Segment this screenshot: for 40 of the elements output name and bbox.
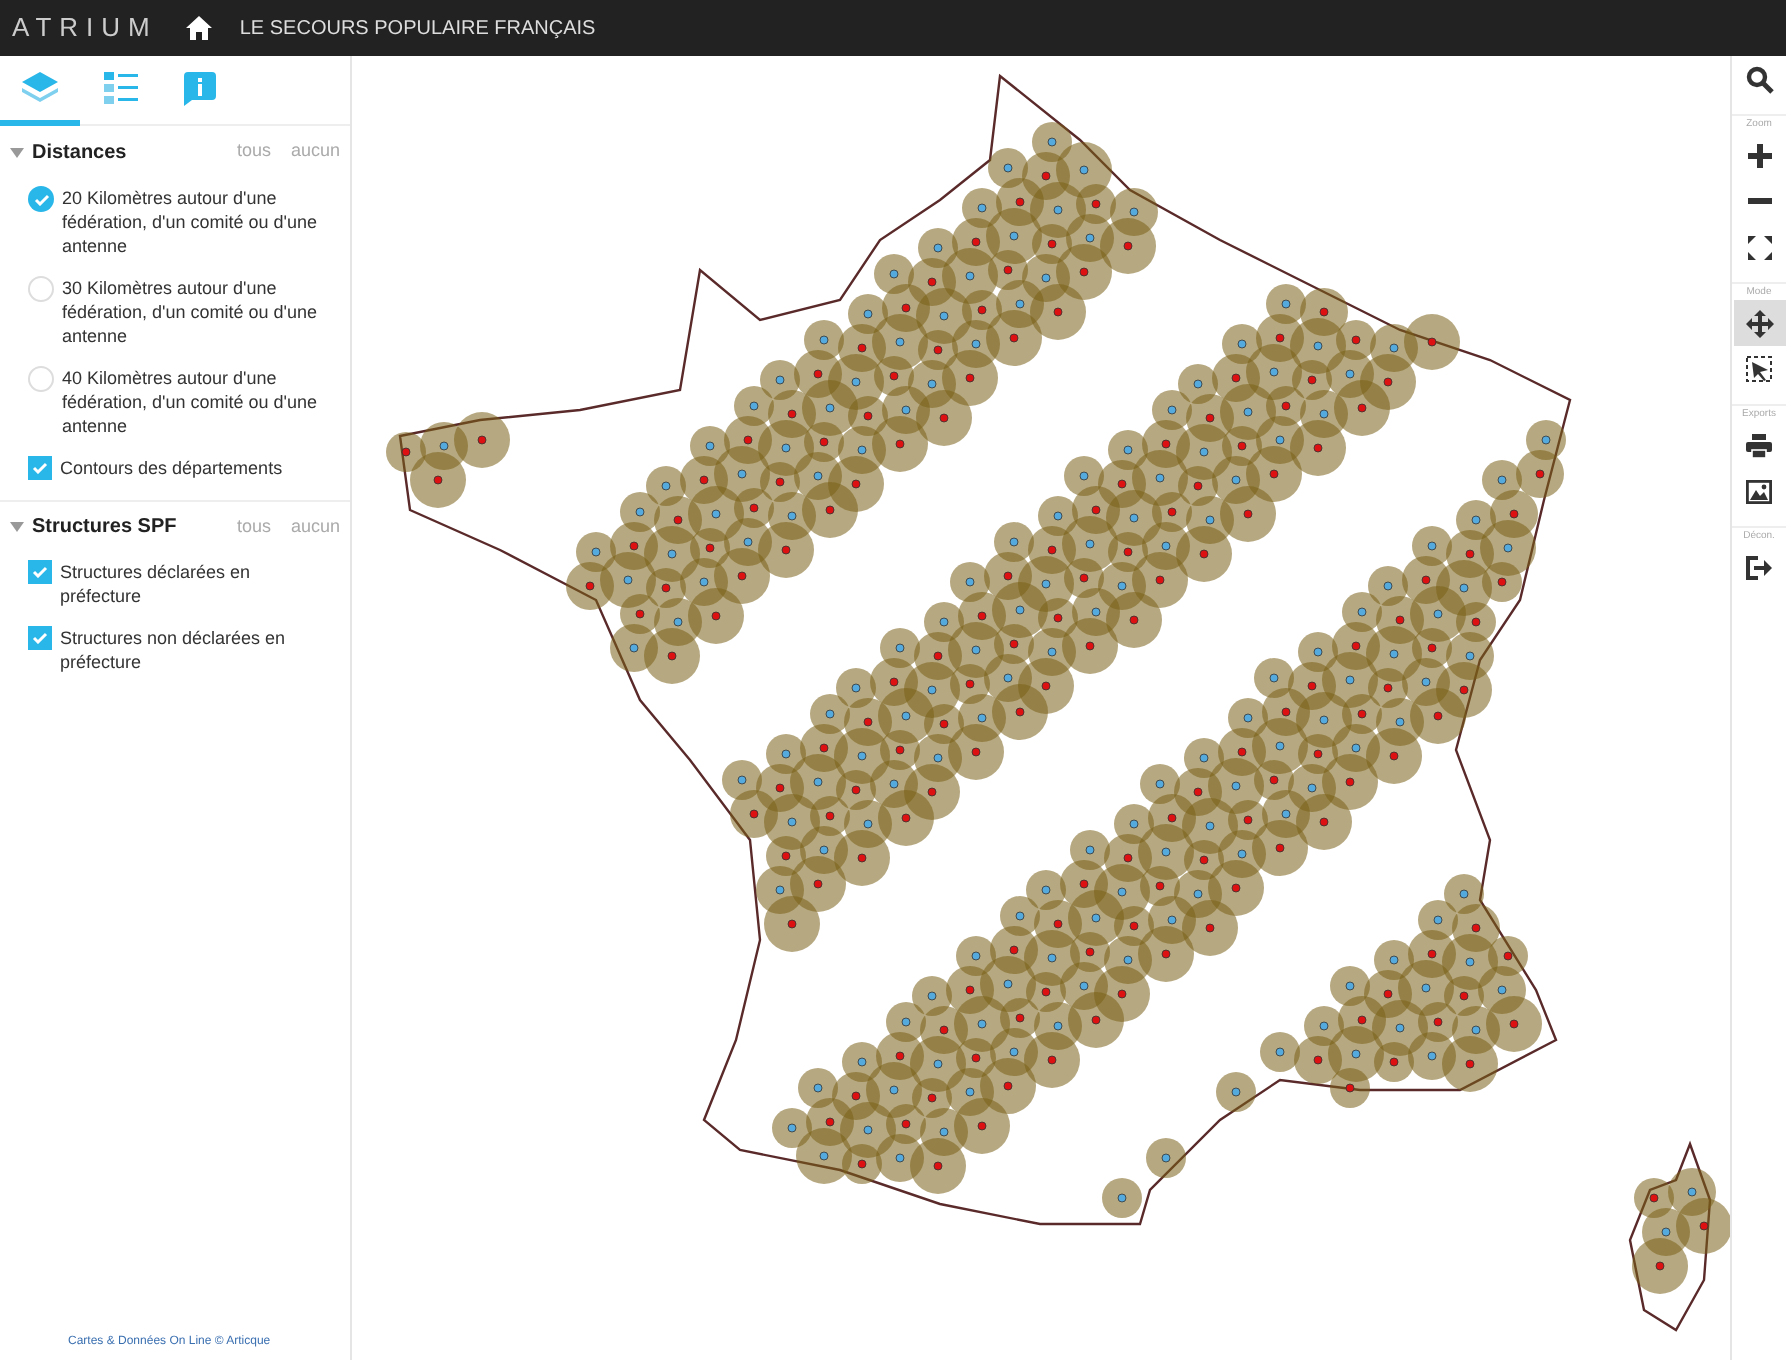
checkbox[interactable]: [28, 560, 52, 584]
selection-icon: [1746, 356, 1772, 382]
check-icon: [32, 462, 48, 474]
printer-icon: [1746, 433, 1772, 457]
expand-icon: [1747, 235, 1771, 259]
check-icon: [32, 566, 48, 578]
select-none-link[interactable]: aucun: [290, 513, 340, 541]
layers-icon: [22, 72, 58, 104]
caret-icon[interactable]: [10, 147, 24, 157]
move-icon: [1745, 309, 1773, 337]
option-label: 30 Kilomètres autour d'une fédération, d'un comité ou d'une antenne: [62, 276, 320, 348]
plus-icon: [1747, 143, 1771, 167]
select-all-link[interactable]: tous: [236, 513, 271, 541]
app-logo: ATRIUM: [12, 10, 158, 47]
radio-button[interactable]: [28, 276, 54, 302]
tool-button[interactable]: [1733, 300, 1785, 346]
checkbox[interactable]: [28, 456, 52, 480]
image-icon: [1746, 479, 1772, 503]
select-none-link[interactable]: aucun: [290, 138, 340, 166]
app-title: LE SECOURS POPULAIRE FRANÇAIS: [239, 15, 596, 43]
exit-icon: [1746, 555, 1772, 579]
option-label: 40 Kilomètres autour d'une fédération, d'un comité ou d'une antenne: [62, 366, 320, 438]
option-label: Contours des départements: [60, 456, 283, 480]
radio-button[interactable]: [28, 186, 54, 212]
check-icon: [32, 632, 48, 644]
check-icon: [33, 193, 49, 205]
search-icon: [1745, 65, 1773, 93]
caret-icon[interactable]: [10, 522, 24, 532]
option-label: Structures non déclarées en préfecture: [60, 626, 288, 674]
radio-button[interactable]: [28, 366, 54, 392]
info-icon: [184, 71, 216, 105]
option-label: Structures déclarées en préfecture: [60, 560, 253, 608]
group-title: Distances: [32, 139, 129, 167]
checkbox[interactable]: [28, 626, 52, 650]
minus-icon: [1747, 198, 1771, 204]
group-title: Structures SPF: [32, 514, 179, 542]
list-icon: [103, 72, 137, 104]
option-label: 20 Kilomètres autour d'une fédération, d'un comité ou d'une antenne: [62, 186, 320, 258]
select-all-link[interactable]: tous: [236, 138, 271, 166]
home-icon[interactable]: [185, 16, 212, 40]
